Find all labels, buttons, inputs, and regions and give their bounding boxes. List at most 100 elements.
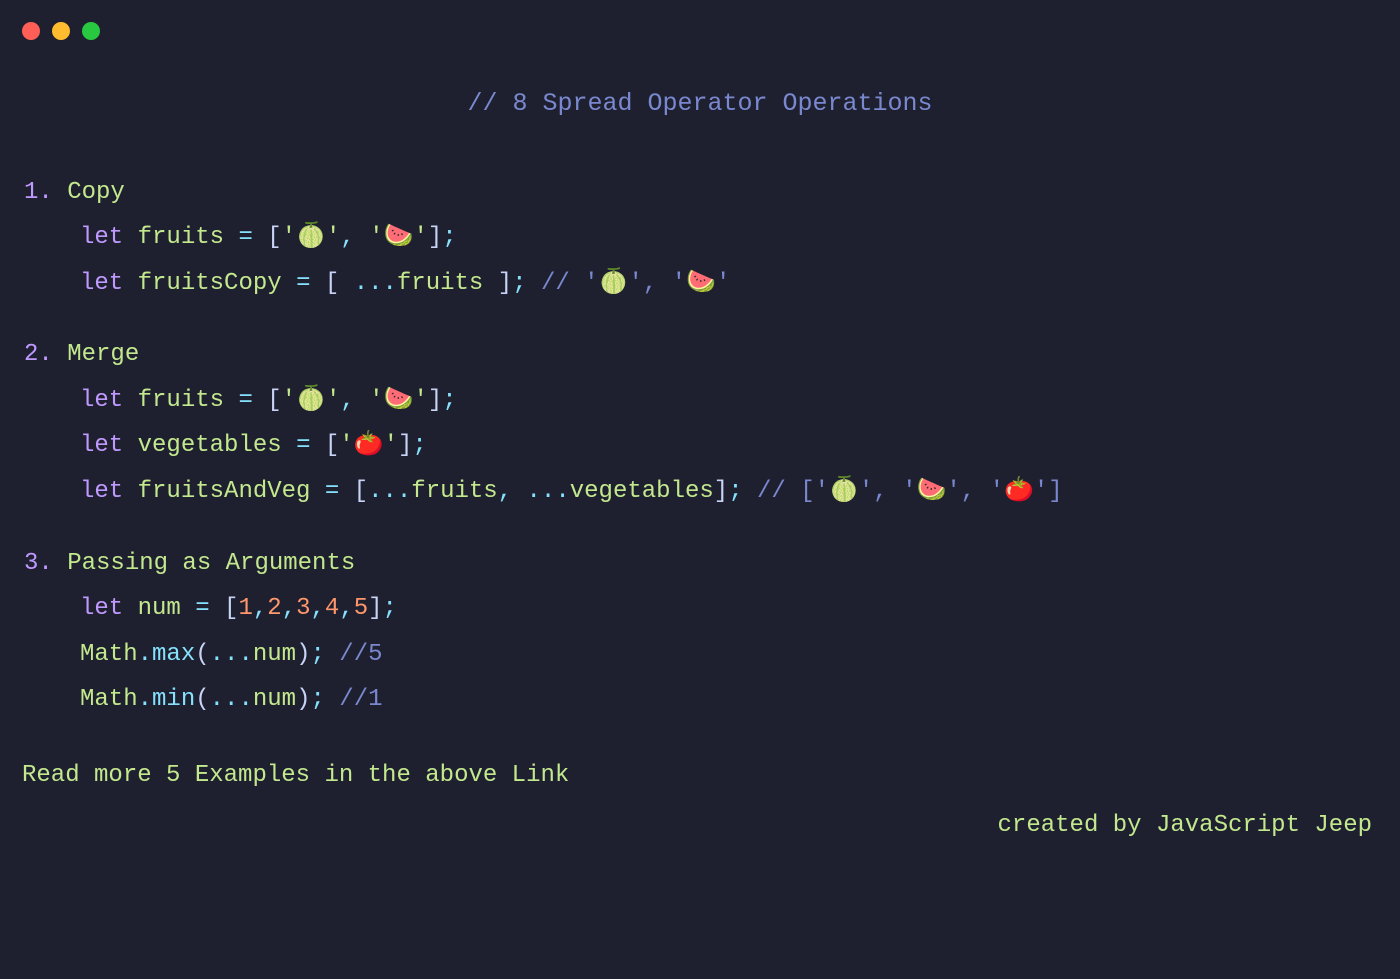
code-token: fruits (411, 478, 497, 505)
code-token: [ (253, 387, 282, 414)
code-token: '🍈' (282, 224, 341, 251)
code-token: let (80, 478, 123, 505)
code-token: . (138, 686, 152, 713)
code-token: ; (310, 641, 324, 668)
code-token (224, 224, 238, 251)
code-token: [ (310, 270, 353, 297)
code-token: num (253, 686, 296, 713)
code-token: '🍅' (339, 432, 398, 459)
code-token: // '🍈', '🍉' (541, 270, 730, 297)
code-token: ... (210, 686, 253, 713)
code-token: ] (714, 478, 728, 505)
code-token: let (80, 224, 123, 251)
code-token: ; (310, 686, 324, 713)
code-token: ; (728, 478, 742, 505)
title-comment: // 8 Spread Operator Operations (22, 80, 1378, 128)
section-title: Merge (53, 341, 139, 368)
maximize-icon[interactable] (82, 22, 100, 40)
code-line: Math.min(...num); //1 (24, 677, 1378, 723)
section-header: 3. Passing as Arguments (24, 541, 1378, 587)
code-token: let (80, 595, 123, 622)
code-token: //1 (339, 686, 382, 713)
code-token (325, 641, 339, 668)
code-token (224, 387, 238, 414)
code-token: fruits (138, 224, 224, 251)
code-token (355, 387, 369, 414)
code-token: [ (253, 224, 282, 251)
code-token: min (152, 686, 195, 713)
code-token: [ (310, 432, 339, 459)
code-token: ... (210, 641, 253, 668)
code-token: = (325, 478, 339, 505)
code-token: max (152, 641, 195, 668)
code-token: [ (339, 478, 368, 505)
code-token: = (195, 595, 209, 622)
code-token: let (80, 387, 123, 414)
section-header: 1. Copy (24, 170, 1378, 216)
code-token: ; (442, 387, 456, 414)
code-token: ... (368, 478, 411, 505)
code-token (123, 224, 137, 251)
code-token (355, 224, 369, 251)
code-block: 1. Copylet fruits = ['🍈', '🍉'];let fruit… (22, 170, 1378, 724)
code-line: let fruitsCopy = [ ...fruits ]; // '🍈', … (24, 261, 1378, 307)
code-token: . (138, 641, 152, 668)
code-token: ] (428, 224, 442, 251)
code-token: ] (428, 387, 442, 414)
section-title: Copy (53, 179, 125, 206)
code-token: fruitsCopy (138, 270, 282, 297)
code-token: ( (195, 686, 209, 713)
code-line: let fruitsAndVeg = [...fruits, ...vegeta… (24, 469, 1378, 515)
code-token (310, 478, 324, 505)
code-token: , (282, 595, 296, 622)
code-token (123, 387, 137, 414)
section-number: 1. (24, 179, 53, 206)
code-token: fruits (138, 387, 224, 414)
code-token: // ['🍈', '🍉', '🍅'] (757, 478, 1063, 505)
code-token (743, 478, 757, 505)
code-line: let fruits = ['🍈', '🍉']; (24, 378, 1378, 424)
code-token: 4 (325, 595, 339, 622)
code-token: ] (368, 595, 382, 622)
code-token: ; (412, 432, 426, 459)
section-number: 2. (24, 341, 53, 368)
code-token: '🍉' (369, 224, 428, 251)
code-token: '🍈' (282, 387, 341, 414)
code-token: ... (527, 478, 570, 505)
read-more-text: Read more 5 Examples in the above Link (22, 753, 1378, 799)
code-token: Math (80, 686, 138, 713)
code-token (123, 432, 137, 459)
code-token: , (498, 478, 512, 505)
code-token: [ (210, 595, 239, 622)
code-token: 2 (267, 595, 281, 622)
code-token: = (296, 432, 310, 459)
code-token: ; (383, 595, 397, 622)
code-token (123, 270, 137, 297)
section-header: 2. Merge (24, 332, 1378, 378)
code-token (123, 595, 137, 622)
code-token: fruits (397, 270, 483, 297)
code-token: , (340, 224, 354, 251)
code-token: = (296, 270, 310, 297)
code-token (282, 432, 296, 459)
minimize-icon[interactable] (52, 22, 70, 40)
code-token: vegetables (138, 432, 282, 459)
code-token: ; (512, 270, 526, 297)
code-token: 1 (238, 595, 252, 622)
close-icon[interactable] (22, 22, 40, 40)
code-token: fruitsAndVeg (138, 478, 311, 505)
code-token: num (138, 595, 181, 622)
code-window: // 8 Spread Operator Operations 1. Copy l… (0, 0, 1400, 870)
code-token (282, 270, 296, 297)
code-token: '🍉' (369, 387, 428, 414)
code-token: 3 (296, 595, 310, 622)
code-token (181, 595, 195, 622)
code-token (512, 478, 526, 505)
code-token: //5 (339, 641, 382, 668)
code-line: Math.max(...num); //5 (24, 632, 1378, 678)
code-token: , (339, 595, 353, 622)
code-line: let vegetables = ['🍅']; (24, 423, 1378, 469)
code-token (123, 478, 137, 505)
code-token: num (253, 641, 296, 668)
code-token (325, 686, 339, 713)
